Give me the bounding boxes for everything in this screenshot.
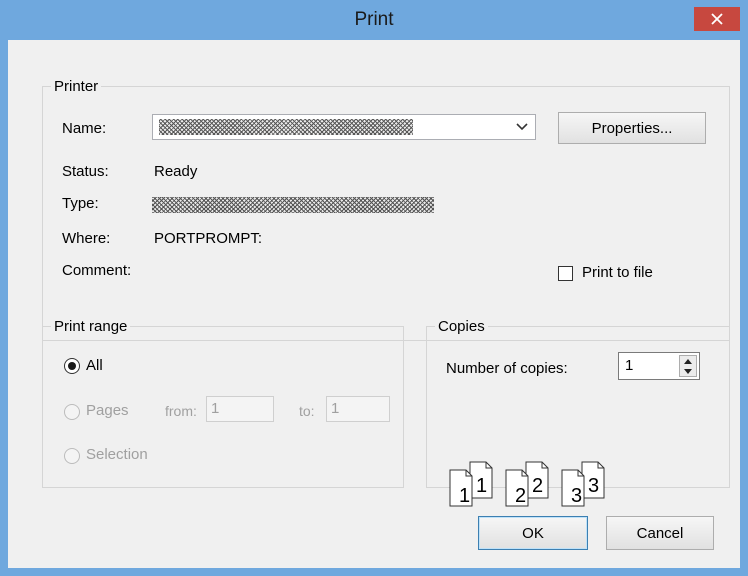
- name-label: Name:: [62, 120, 107, 137]
- title-bar[interactable]: Print: [0, 0, 748, 40]
- collate-page-label: 1: [476, 475, 487, 497]
- where-value: PORTPROMPT:: [154, 230, 263, 247]
- pages-label[interactable]: Pages: [86, 402, 129, 420]
- to-label: to:: [299, 403, 315, 419]
- collate-page-label: 1: [459, 485, 470, 507]
- status-value: Ready: [154, 163, 198, 180]
- dialog-body: Printer Name: Properties... Status: Read…: [8, 40, 740, 568]
- status-label: Status:: [62, 163, 109, 180]
- properties-button[interactable]: Properties...: [558, 112, 706, 144]
- selection-label[interactable]: Selection: [86, 446, 148, 464]
- selection-radio[interactable]: [64, 448, 80, 464]
- collate-pages-icon: 1 1 2 2 3 3: [449, 461, 605, 507]
- comment-label: Comment:: [62, 262, 132, 279]
- collate-set-2: 2 2: [505, 461, 549, 507]
- type-value-redacted: [152, 197, 434, 213]
- type-label: Type:: [62, 195, 99, 212]
- collate-page-label: 3: [588, 475, 599, 497]
- to-page-input[interactable]: 1: [326, 396, 390, 422]
- print-to-file-checkbox[interactable]: [558, 266, 573, 281]
- close-icon: [711, 13, 723, 25]
- print-dialog-window: Print Printer Name: Properties... Status…: [0, 0, 748, 576]
- where-label: Where:: [62, 230, 111, 247]
- printer-name-redacted: [159, 119, 413, 135]
- spin-up-button[interactable]: [680, 356, 696, 366]
- number-of-copies-value[interactable]: 1: [625, 357, 633, 374]
- collate-page-label: 2: [515, 485, 526, 507]
- printer-name-combobox[interactable]: [152, 114, 536, 140]
- ok-button[interactable]: OK: [478, 516, 588, 550]
- number-of-copies-label: Number of copies:: [446, 360, 568, 377]
- spin-up-icon: [684, 358, 692, 364]
- copies-group-label: Copies: [435, 318, 488, 335]
- window-title: Print: [354, 9, 394, 30]
- chevron-down-icon: [516, 123, 528, 131]
- spin-buttons: [679, 355, 697, 377]
- number-of-copies-spinner[interactable]: 1: [618, 352, 700, 380]
- from-label: from:: [165, 403, 197, 419]
- collate-page-label: 2: [532, 475, 543, 497]
- all-radio[interactable]: [64, 358, 80, 374]
- all-radio-selected-dot: [68, 362, 76, 370]
- close-button[interactable]: [694, 7, 740, 31]
- spin-down-icon: [684, 368, 692, 374]
- all-label[interactable]: All: [86, 357, 103, 375]
- spin-down-button[interactable]: [680, 366, 696, 376]
- printer-group-label: Printer: [51, 78, 102, 95]
- print-to-file-label[interactable]: Print to file: [582, 264, 653, 282]
- collate-set-3: 3 3: [561, 461, 605, 507]
- from-page-input[interactable]: 1: [206, 396, 274, 422]
- cancel-button[interactable]: Cancel: [606, 516, 714, 550]
- collate-page-label: 3: [571, 485, 582, 507]
- pages-radio[interactable]: [64, 404, 80, 420]
- print-range-group-label: Print range: [51, 318, 131, 335]
- collate-set-1: 1 1: [449, 461, 493, 507]
